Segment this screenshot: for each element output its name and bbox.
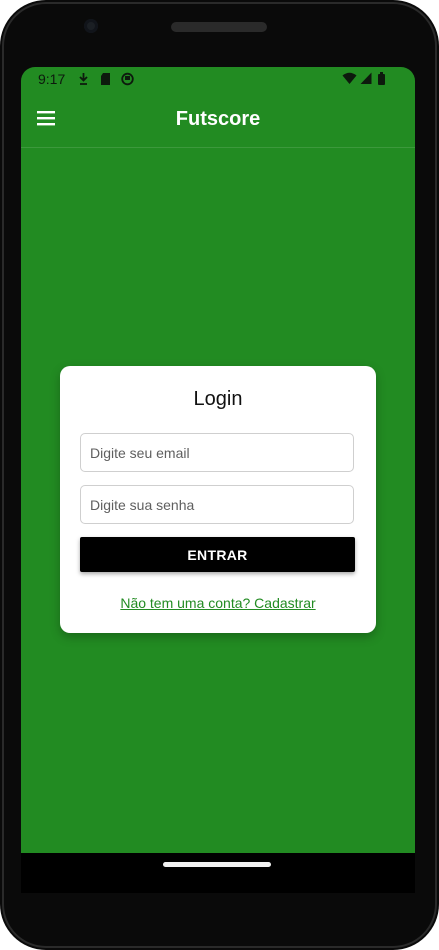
earpiece-speaker [171, 22, 267, 32]
password-input[interactable] [80, 485, 354, 524]
app-screen: 9:17 Futscore Login Digite seu email ENT… [21, 67, 415, 853]
email-input[interactable] [80, 433, 354, 472]
cell-signal-icon [360, 72, 372, 84]
login-card: Login ENTRAR Não tem uma conta? Cadastra… [60, 366, 376, 633]
sd-card-icon [101, 73, 110, 85]
phone-frame: 9:17 Futscore Login Digite seu email ENT… [0, 0, 439, 950]
wifi-icon [342, 72, 357, 84]
navigation-bar [21, 853, 415, 893]
status-time: 9:17 [38, 71, 66, 87]
home-gesture-pill[interactable] [163, 862, 271, 867]
shield-app-icon [121, 72, 134, 86]
login-button[interactable]: ENTRAR [80, 537, 355, 572]
battery-icon [378, 72, 385, 85]
signup-link[interactable]: Não tem uma conta? Cadastrar [60, 595, 376, 611]
app-bar: Futscore [21, 91, 415, 148]
front-camera [84, 19, 98, 33]
status-bar: 9:17 [21, 67, 415, 91]
download-arrow-icon [79, 73, 88, 85]
login-title: Login [193, 388, 243, 410]
app-title: Futscore [175, 108, 261, 130]
